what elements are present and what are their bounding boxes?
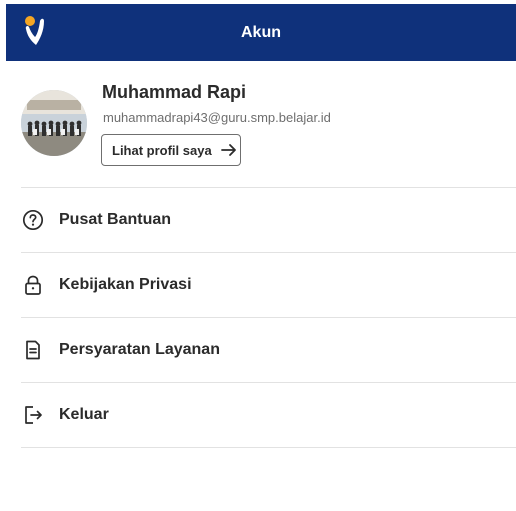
arrow-right-icon [220, 141, 238, 159]
menu-item-label: Pusat Bantuan [59, 211, 172, 228]
view-profile-label: Lihat profil saya [112, 142, 212, 158]
divider [21, 447, 516, 448]
page-title: Akun [241, 24, 281, 41]
view-profile-button[interactable]: Lihat profil saya [101, 134, 241, 166]
lock-icon [21, 273, 45, 297]
menu-item-terms-of-service[interactable]: Persyaratan Layanan [21, 318, 516, 382]
app-header: Akun [6, 4, 516, 61]
logout-icon [21, 403, 45, 427]
profile-section: Muhammad Rapi muhammadrapi43@guru.smp.be… [21, 78, 516, 186]
profile-name: Muhammad Rapi [102, 82, 247, 102]
menu-item-privacy-policy[interactable]: Kebijakan Privasi [21, 253, 516, 317]
menu-item-help-center[interactable]: Pusat Bantuan [21, 188, 516, 252]
menu-item-label: Keluar [59, 406, 109, 423]
avatar [21, 90, 87, 156]
document-icon [21, 338, 45, 362]
help-circle-icon [21, 208, 45, 232]
menu-item-label: Persyaratan Layanan [59, 341, 220, 358]
menu-item-logout[interactable]: Keluar [21, 383, 516, 447]
profile-email: muhammadrapi43@guru.smp.belajar.id [103, 110, 331, 125]
menu-item-label: Kebijakan Privasi [59, 276, 192, 293]
